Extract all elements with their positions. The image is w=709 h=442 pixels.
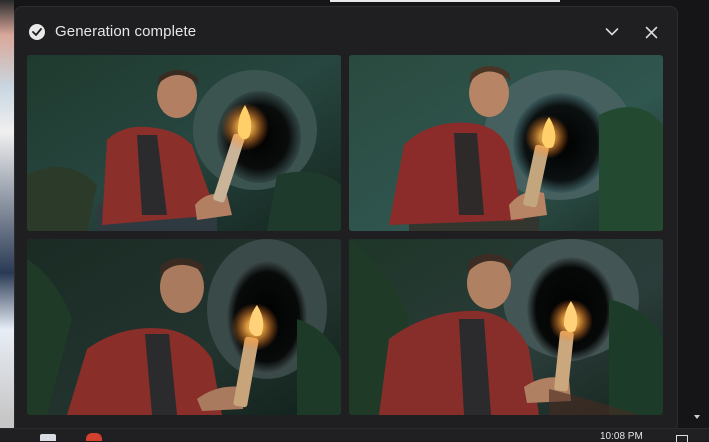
generated-image-2[interactable] — [349, 55, 663, 231]
close-button[interactable] — [640, 21, 662, 43]
collapse-button[interactable] — [601, 21, 623, 43]
caret-down-icon — [694, 415, 700, 419]
close-icon — [645, 26, 658, 39]
generated-image-4[interactable] — [349, 239, 663, 415]
panel-title: Generation complete — [55, 23, 196, 40]
generation-panel: Generation complete — [14, 6, 678, 432]
panel-header: Generation complete — [15, 7, 677, 57]
background-window-edge-top — [330, 0, 560, 2]
chevron-down-icon — [605, 27, 619, 37]
generated-image-3[interactable] — [27, 239, 341, 415]
scroll-down-arrow[interactable] — [692, 410, 702, 424]
taskbar-clock[interactable]: 10:08 PM — [600, 431, 643, 442]
generated-image-1[interactable] — [27, 55, 341, 231]
check-circle-icon — [29, 24, 45, 40]
background-window-edge — [0, 0, 14, 440]
notification-icon[interactable] — [676, 435, 688, 442]
desktop: Generation complete — [0, 0, 709, 440]
taskbar: 10:08 PM — [0, 428, 709, 441]
